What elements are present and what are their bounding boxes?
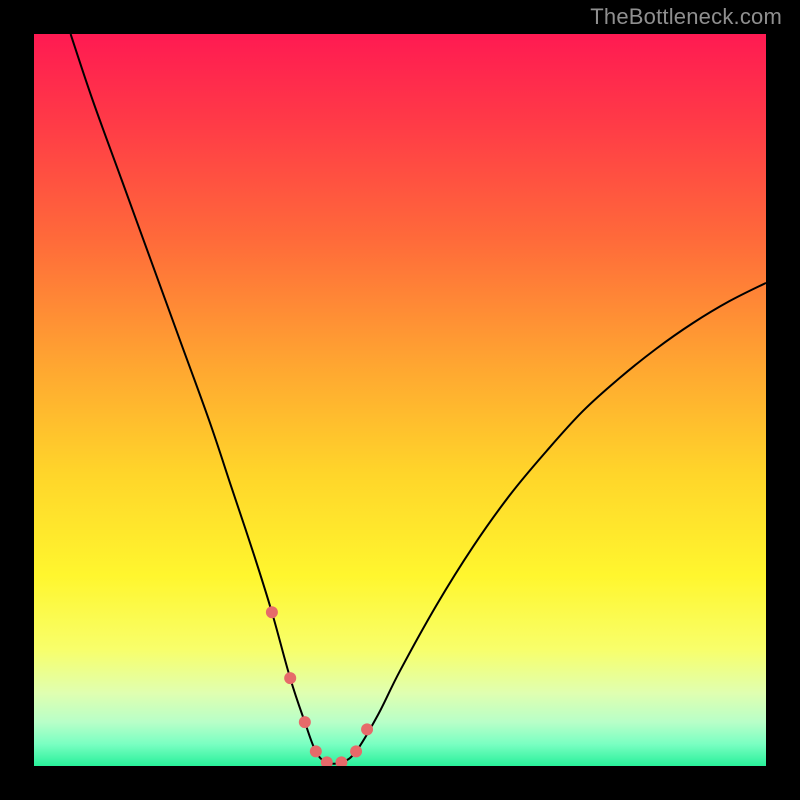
- optimal-marker: [335, 756, 347, 768]
- bottleneck-chart: [0, 0, 800, 800]
- chart-container: TheBottleneck.com: [0, 0, 800, 800]
- optimal-marker: [310, 745, 322, 757]
- optimal-marker: [266, 606, 278, 618]
- optimal-marker: [350, 745, 362, 757]
- optimal-marker: [299, 716, 311, 728]
- optimal-marker: [284, 672, 296, 684]
- optimal-marker: [361, 723, 373, 735]
- gradient-background: [34, 34, 766, 766]
- watermark-label: TheBottleneck.com: [590, 4, 782, 30]
- optimal-marker: [321, 756, 333, 768]
